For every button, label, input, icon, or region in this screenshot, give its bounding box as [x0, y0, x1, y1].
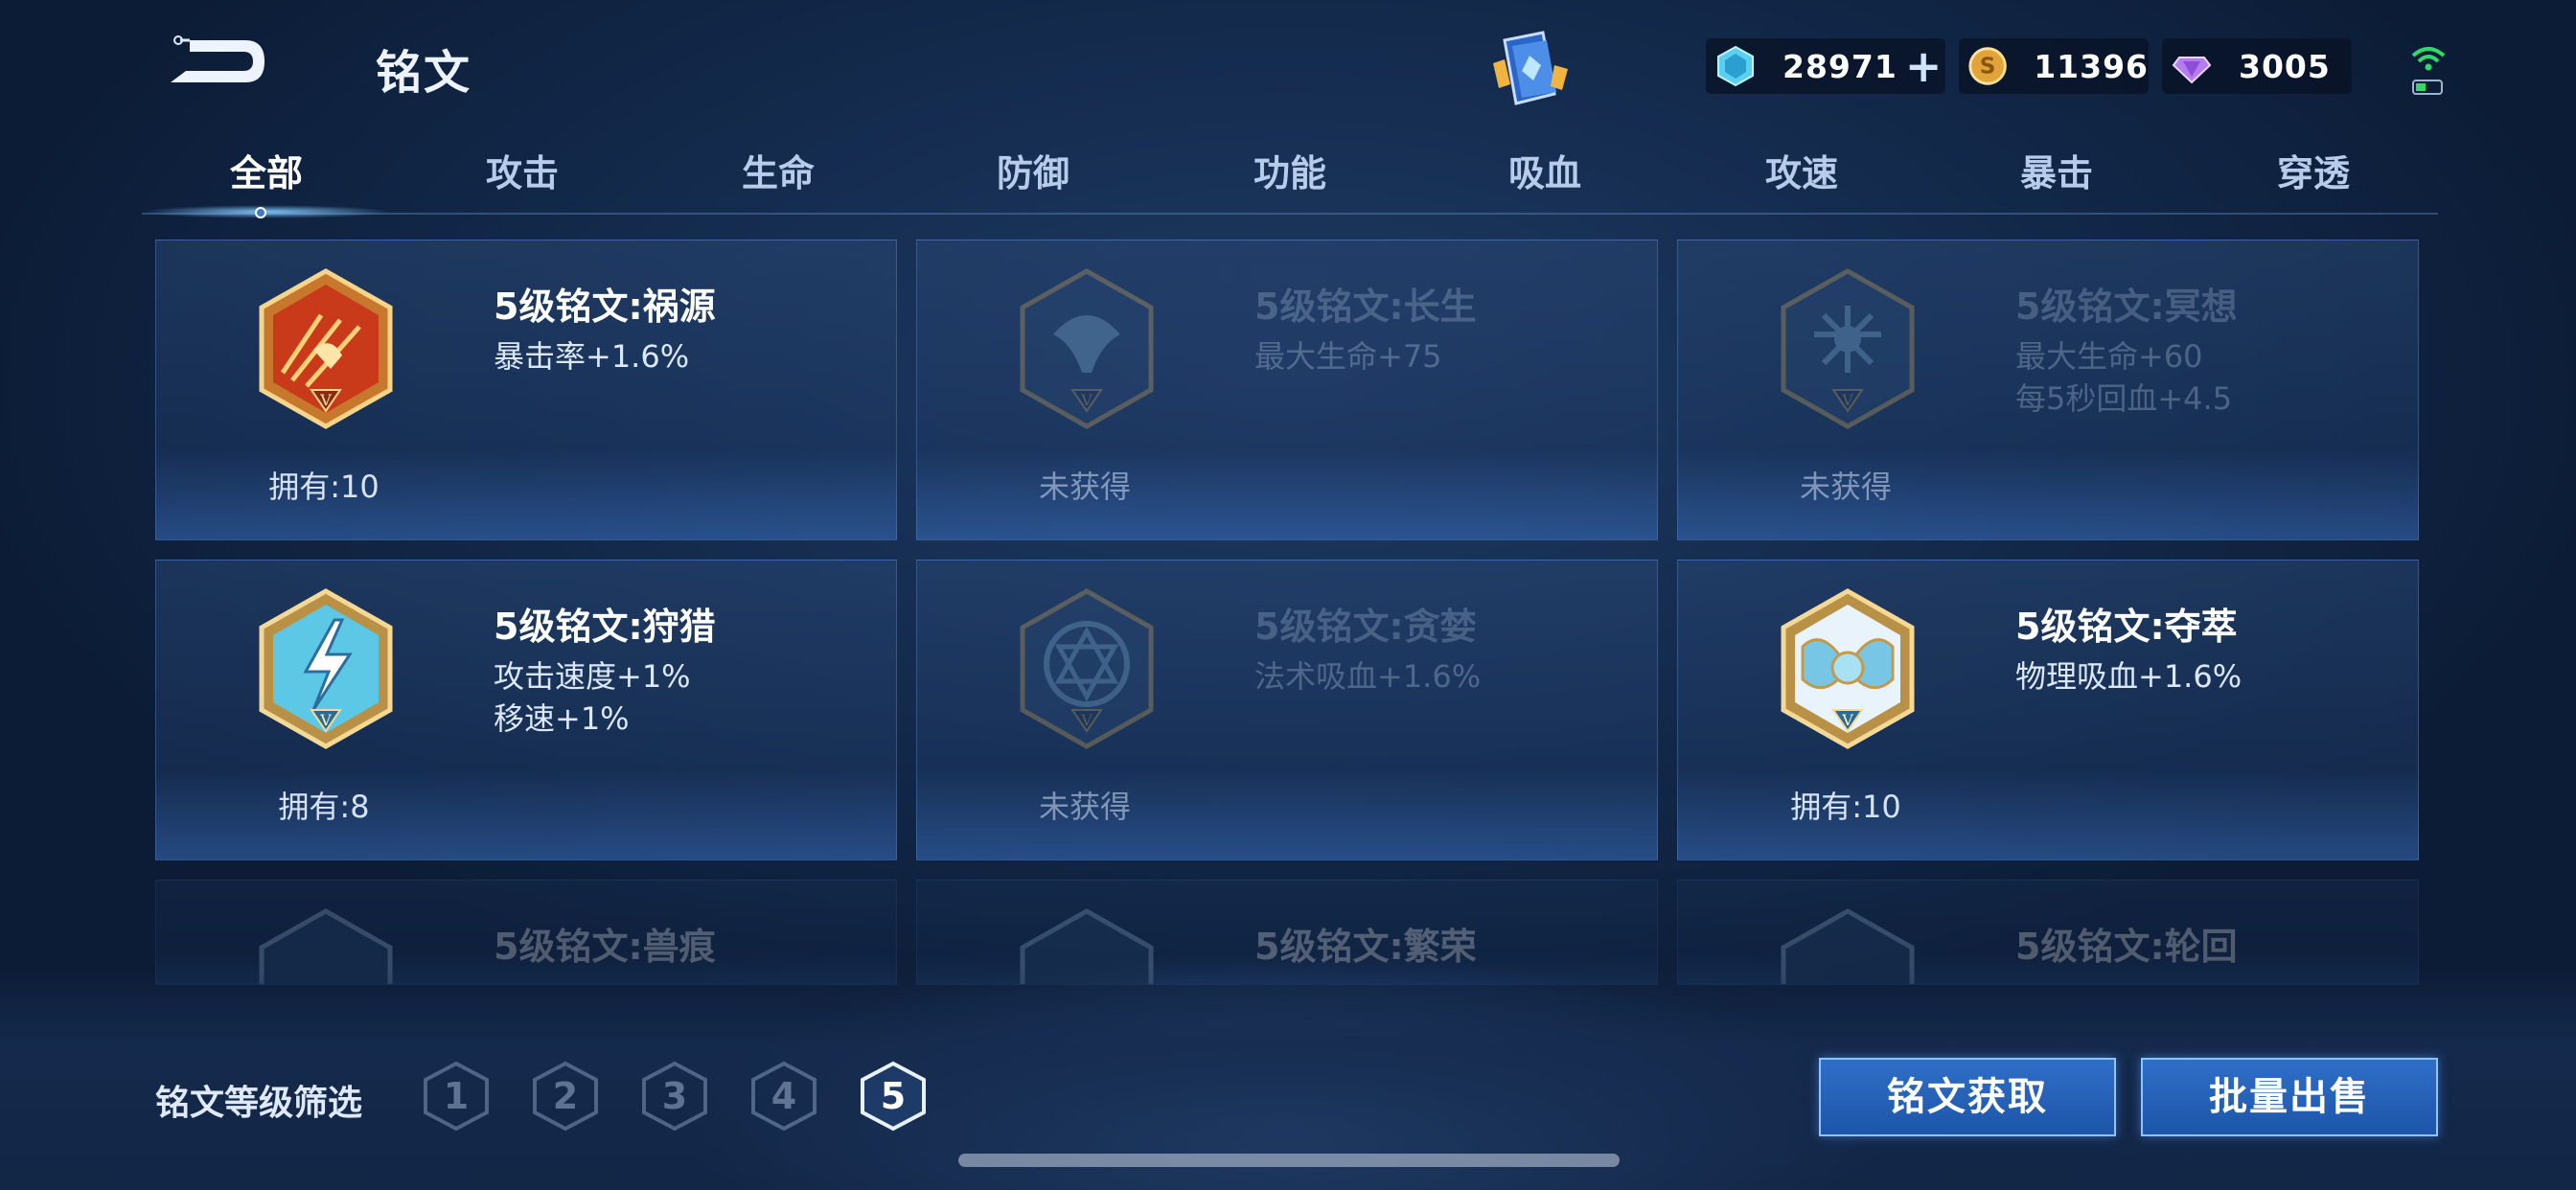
- tab-divider: [142, 213, 2438, 215]
- rune-stat: 每5秒回血+4.5: [2015, 380, 2233, 417]
- level-filter-1[interactable]: 1: [420, 1060, 493, 1133]
- svg-text:V: V: [1841, 391, 1853, 409]
- red-fire-rune-icon: V: [259, 268, 393, 429]
- tab-utility[interactable]: 功能: [1194, 144, 1386, 196]
- tab-health[interactable]: 生命: [682, 144, 874, 196]
- meditation-rune-icon: V: [1781, 268, 1915, 429]
- rune-name: 5级铭文:轮回: [2015, 926, 2238, 968]
- level-filter-3[interactable]: 3: [638, 1060, 711, 1133]
- level-filter-2[interactable]: 2: [529, 1060, 602, 1133]
- rune-card-shoulie[interactable]: V 5级铭文:狩猎 攻击速度+1% 移速+1% 拥有:8: [155, 560, 897, 860]
- level-filter-label: 铭文等级筛选: [155, 1084, 363, 1123]
- rune-acquire-button[interactable]: 铭文获取: [1819, 1058, 2116, 1136]
- bulk-sell-button[interactable]: 批量出售: [2141, 1058, 2438, 1136]
- rune-name: 5级铭文:兽痕: [494, 926, 716, 968]
- rune-stat: 攻击速度+1%: [494, 658, 691, 695]
- rune-owned-count: 未获得: [1038, 469, 1131, 505]
- jade-crystal-icon: [1717, 45, 1754, 87]
- gem-currency: 3005: [2162, 38, 2352, 94]
- rune-card-mingxiang[interactable]: V 5级铭文:冥想 最大生命+60 每5秒回血+4.5 未获得: [1677, 240, 2419, 540]
- active-tab-dot: [255, 207, 266, 218]
- level-filter-4[interactable]: 4: [748, 1060, 820, 1133]
- svg-text:V: V: [1080, 391, 1092, 409]
- rune-card-duocui[interactable]: V 5级铭文:夺萃 物理吸血+1.6% 拥有:10: [1677, 560, 2419, 860]
- tab-penetration[interactable]: 穿透: [2218, 144, 2409, 196]
- wifi-icon: [2411, 47, 2446, 95]
- svg-text:S: S: [1980, 55, 1996, 80]
- tab-defense[interactable]: 防御: [937, 144, 1129, 196]
- rune-stat: 物理吸血+1.6%: [2015, 658, 2242, 695]
- rune-name: 5级铭文:狩猎: [494, 606, 716, 648]
- back-button[interactable]: [161, 29, 276, 96]
- gold-coin-icon: S: [1968, 47, 2007, 85]
- tab-critical[interactable]: 暴击: [1961, 144, 2152, 196]
- category-tabs: 全部 攻击 生命 防御 功能 吸血 攻速 暴击 穿透: [134, 144, 2438, 215]
- add-jade-button[interactable]: +: [1905, 44, 1943, 88]
- svg-text:V: V: [1080, 711, 1092, 729]
- tab-attack[interactable]: 攻击: [426, 144, 618, 196]
- home-indicator[interactable]: [958, 1154, 1620, 1167]
- svg-text:V: V: [319, 711, 332, 729]
- diamond-gem-icon: [2172, 57, 2212, 84]
- network-battery-status: [2407, 38, 2450, 98]
- tab-all[interactable]: 全部: [171, 144, 362, 196]
- rune-owned-count: 拥有:10: [1790, 789, 1901, 825]
- rune-stat: 法术吸血+1.6%: [1254, 658, 1482, 695]
- active-tab-indicator: [142, 205, 391, 218]
- star-circle-rune-icon: V: [1020, 588, 1154, 749]
- rune-card-huoyuan[interactable]: V 5级铭文:祸源 暴击率+1.6% 拥有:10: [155, 240, 897, 540]
- level-filter-5[interactable]: 5: [857, 1060, 930, 1133]
- rune-stat: 移速+1%: [494, 700, 630, 737]
- rune-stat: 暴击率+1.6%: [494, 338, 690, 375]
- rune-name: 5级铭文:繁荣: [1254, 926, 1477, 968]
- rune-card-tanlan[interactable]: V 5级铭文:贪婪 法术吸血+1.6% 未获得: [916, 560, 1658, 860]
- svg-text:V: V: [319, 391, 332, 409]
- lightning-rune-icon: V: [259, 588, 393, 749]
- page-title: 铭文: [376, 46, 472, 100]
- rune-card-changsheng[interactable]: V 5级铭文:长生 最大生命+75 未获得: [916, 240, 1658, 540]
- rune-name: 5级铭文:贪婪: [1254, 606, 1477, 648]
- rune-name: 5级铭文:长生: [1254, 286, 1477, 328]
- rune-name: 5级铭文:祸源: [494, 286, 716, 328]
- petal-rune-icon: V: [1781, 588, 1915, 749]
- rune-owned-count: 拥有:8: [278, 789, 370, 825]
- tab-lifesteal[interactable]: 吸血: [1449, 144, 1641, 196]
- gem-amount: 3005: [2239, 47, 2331, 85]
- jade-amount: 28971: [1782, 47, 1898, 85]
- tree-rune-icon: V: [1020, 268, 1154, 429]
- gold-amount: 11396: [2034, 47, 2149, 85]
- rune-owned-count: 未获得: [1038, 789, 1131, 825]
- rune-name: 5级铭文:冥想: [2015, 286, 2238, 328]
- rune-name: 5级铭文:夺萃: [2015, 606, 2238, 648]
- svg-text:V: V: [1841, 711, 1853, 729]
- tab-attack-speed[interactable]: 攻速: [1706, 144, 1898, 196]
- rune-deck-icon[interactable]: [1484, 27, 1576, 113]
- gold-currency: S 11396: [1959, 38, 2149, 94]
- rune-stat: 最大生命+75: [1254, 338, 1442, 375]
- back-arrow-icon: [171, 35, 264, 82]
- rune-stat: 最大生命+60: [2015, 338, 2203, 375]
- rune-owned-count: 未获得: [1799, 469, 1892, 505]
- rune-owned-count: 拥有:10: [268, 469, 380, 505]
- jade-currency: 28971 +: [1706, 38, 1945, 94]
